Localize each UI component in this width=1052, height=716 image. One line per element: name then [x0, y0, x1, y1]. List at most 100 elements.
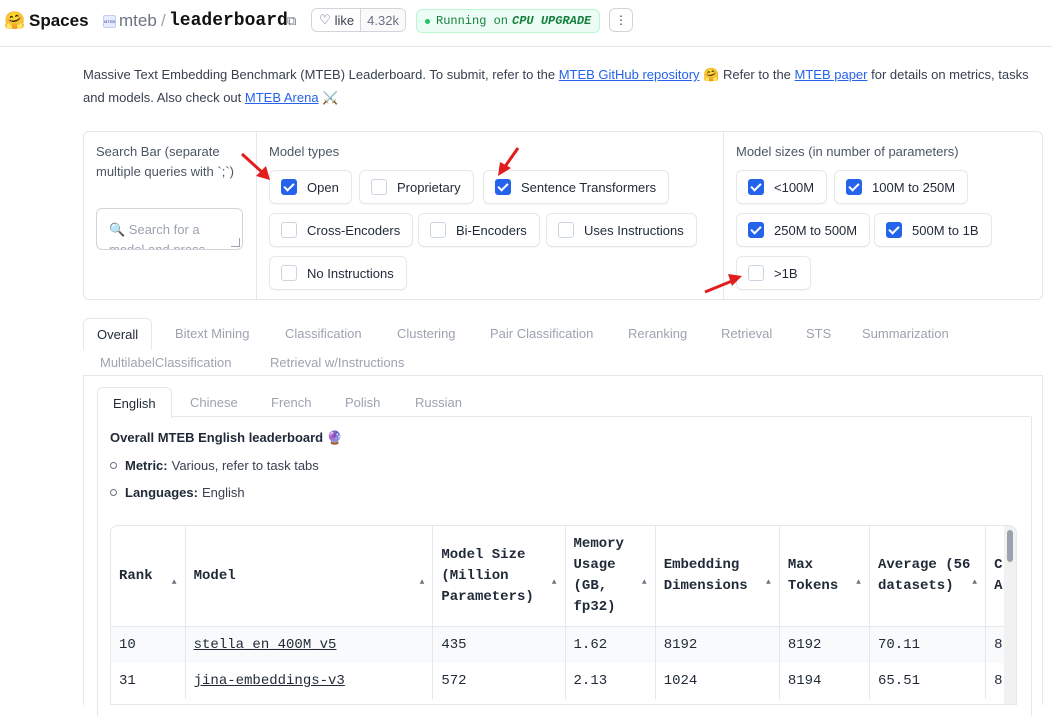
column-header-max-tokens[interactable]: Max Tokens ▲ — [779, 526, 870, 627]
bullet-circle-icon — [110, 489, 117, 496]
checkbox-size-250m-500m[interactable]: 250M to 500M — [736, 213, 871, 247]
top-bar: 🤗 Spaces MTEB mteb / leaderboard ⧉ ♡ lik… — [0, 0, 1052, 47]
status-hardware: CPU UPGRADE — [512, 14, 592, 28]
checkbox-unchecked-icon — [371, 179, 387, 195]
mteb-arena-link[interactable]: MTEB Arena — [245, 90, 319, 105]
red-arrow-icon — [704, 274, 742, 294]
column-header-embedding-dimensions[interactable]: Embedding Dimensions ▲ — [655, 526, 780, 627]
sort-icon[interactable]: ▲ — [972, 572, 977, 593]
checkbox-label: <100M — [774, 179, 815, 195]
cell-rank: 31 — [111, 663, 186, 699]
column-header-average[interactable]: Average (56 datasets) ▲ — [869, 526, 987, 627]
tab-russian[interactable]: Russian — [415, 387, 462, 417]
checkbox-label: Uses Instructions — [584, 222, 684, 238]
model-link[interactable]: stella_en_400M_v5 — [194, 637, 337, 653]
tab-retrieval[interactable]: Retrieval — [721, 318, 772, 348]
checkbox-proprietary[interactable]: Proprietary — [359, 170, 474, 204]
header-label: Max Tokens — [787, 557, 839, 594]
spaces-link[interactable]: Spaces — [29, 0, 89, 42]
sort-icon[interactable]: ▲ — [766, 572, 771, 593]
search-input[interactable]: 🔍 Search for a model and press enter — [96, 208, 243, 250]
checkbox-uses-instructions[interactable]: Uses Instructions — [546, 213, 697, 247]
checkbox-no-instructions[interactable]: No Instructions — [269, 256, 407, 290]
repo-title[interactable]: leaderboard — [169, 0, 288, 42]
cell-memory: 1.62 — [565, 626, 656, 663]
org-link[interactable]: mteb — [119, 0, 157, 42]
checkbox-bi-encoders[interactable]: Bi-Encoders — [418, 213, 540, 247]
tab-multilabel-classification[interactable]: MultilabelClassification — [100, 347, 232, 377]
status-badge[interactable]: Running on CPU UPGRADE — [416, 9, 601, 33]
cell-max-tokens: 8192 — [779, 626, 870, 663]
tab-pair-classification[interactable]: Pair Classification — [490, 318, 593, 348]
like-count[interactable]: 4.32k — [360, 9, 405, 31]
checkbox-checked-icon — [846, 179, 862, 195]
checkbox-size-lt-100m[interactable]: <100M — [736, 170, 828, 204]
checkbox-size-100m-250m[interactable]: 100M to 250M — [834, 170, 969, 204]
column-header-model[interactable]: Model ▲ — [185, 526, 434, 627]
table-row: 10 stella_en_400M_v5 435 1.62 8192 8192 … — [111, 626, 1016, 663]
cell-model-size: 572 — [432, 663, 566, 699]
scrollbar-thumb[interactable] — [1007, 530, 1013, 562]
table-row: 31 jina-embeddings-v3 572 2.13 1024 8194… — [111, 663, 1016, 699]
cell-embedding-dims: 1024 — [655, 663, 780, 699]
header-label: Rank — [119, 567, 153, 584]
tab-english[interactable]: English — [97, 387, 172, 419]
tab-overall[interactable]: Overall — [83, 318, 153, 350]
task-tabs: Overall Bitext Mining Classification Clu… — [83, 318, 1043, 376]
header-label: Model — [193, 567, 236, 584]
column-header-rank[interactable]: Rank ▲ — [111, 526, 186, 627]
checkbox-unchecked-icon — [281, 222, 297, 238]
sort-icon[interactable]: ▲ — [420, 572, 425, 593]
tab-sts[interactable]: STS — [806, 318, 831, 348]
red-arrow-icon — [240, 152, 270, 180]
checkbox-size-gt-1b[interactable]: >1B — [736, 256, 811, 290]
languages-value: English — [201, 485, 245, 500]
copy-icon[interactable]: ⧉ — [287, 0, 296, 42]
like-button[interactable]: ♡ like 4.32k — [311, 8, 406, 32]
checkbox-size-500m-1b[interactable]: 500M to 1B — [874, 213, 992, 247]
tab-polish[interactable]: Polish — [345, 387, 380, 417]
checkbox-label: Sentence Transformers — [521, 179, 657, 195]
model-link[interactable]: jina-embeddings-v3 — [194, 673, 345, 689]
checkbox-open[interactable]: Open — [269, 170, 352, 204]
cell-rank: 10 — [111, 626, 186, 663]
tab-summarization[interactable]: Summarization — [862, 318, 949, 348]
table-scrollbar[interactable] — [1004, 526, 1016, 704]
status-prefix: Running on — [436, 14, 509, 28]
tab-retrieval-instructions[interactable]: Retrieval w/Instructions — [270, 347, 404, 377]
tab-clustering[interactable]: Clustering — [397, 318, 456, 348]
hugging-face-logo-icon[interactable]: 🤗 — [4, 0, 25, 42]
checkbox-unchecked-icon — [558, 222, 574, 238]
checkbox-checked-icon — [748, 179, 764, 195]
github-repo-link[interactable]: MTEB GitHub repository — [559, 67, 700, 82]
checkbox-label: >1B — [774, 265, 798, 281]
checkbox-label: Cross-Encoders — [307, 222, 401, 238]
sort-icon[interactable]: ▲ — [552, 572, 557, 593]
metric-bullet: Metric: Various, refer to task tabs — [110, 458, 319, 473]
metric-key: Metric: — [125, 458, 168, 473]
tab-bitext-mining[interactable]: Bitext Mining — [175, 318, 249, 348]
column-header-memory-usage[interactable]: Memory Usage (GB, fp32) ▲ — [565, 526, 656, 627]
checkbox-unchecked-icon — [430, 222, 446, 238]
tab-classification[interactable]: Classification — [285, 318, 362, 348]
cell-memory: 2.13 — [565, 663, 656, 699]
header-label: C A — [994, 557, 1003, 594]
intro-text: Massive Text Embedding Benchmark (MTEB) … — [83, 63, 1033, 109]
sort-icon[interactable]: ▲ — [856, 572, 861, 593]
org-avatar: MTEB — [103, 15, 116, 28]
column-header-model-size[interactable]: Model Size (Million Parameters) ▲ — [432, 526, 566, 627]
header-label: Embedding Dimensions — [663, 557, 748, 594]
sort-icon[interactable]: ▲ — [642, 572, 647, 593]
checkbox-label: Bi-Encoders — [456, 222, 527, 238]
mteb-paper-link[interactable]: MTEB paper — [795, 67, 868, 82]
resize-handle-icon[interactable] — [231, 238, 240, 247]
cell-model-size: 435 — [432, 626, 566, 663]
more-options-button[interactable]: ⋮ — [609, 8, 633, 32]
checkbox-cross-encoders[interactable]: Cross-Encoders — [269, 213, 414, 247]
tab-french[interactable]: French — [271, 387, 311, 417]
tab-chinese[interactable]: Chinese — [190, 387, 238, 417]
checkbox-label: 500M to 1B — [912, 222, 979, 238]
tab-reranking[interactable]: Reranking — [628, 318, 687, 348]
sort-icon[interactable]: ▲ — [172, 572, 177, 593]
checkbox-label: 250M to 500M — [774, 222, 858, 238]
